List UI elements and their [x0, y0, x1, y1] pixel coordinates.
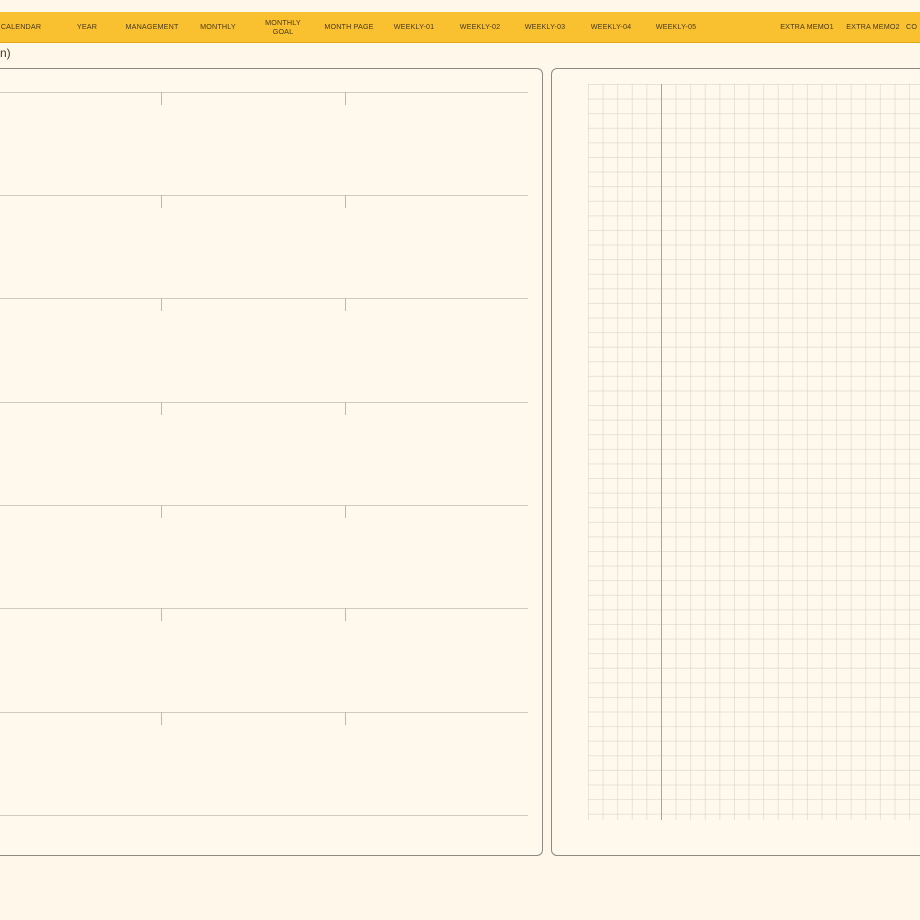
column-tick [161, 298, 162, 311]
column-tick [345, 505, 346, 518]
tab-co[interactable]: CO [906, 12, 920, 43]
tab-calendar[interactable]: CALENDAR [0, 12, 48, 43]
row-line [0, 712, 528, 713]
tab-weekly-05[interactable]: WEEKLY-05 [648, 12, 704, 43]
tab-monthly[interactable]: MONTHLY [190, 12, 246, 43]
tab-management[interactable]: MANAGEMENT [120, 12, 184, 43]
row-line [0, 402, 528, 403]
row-line [0, 298, 528, 299]
column-tick [345, 298, 346, 311]
tab-year[interactable]: YEAR [62, 12, 112, 43]
column-tick [161, 505, 162, 518]
column-tick [345, 712, 346, 725]
tab-weekly-02[interactable]: WEEKLY-02 [452, 12, 508, 43]
column-tick [345, 402, 346, 415]
tab-extra-memo1[interactable]: EXTRA MEMO1 [776, 12, 838, 43]
row-line [0, 608, 528, 609]
page-subheader: n) [0, 46, 11, 60]
grid-margin-line [661, 84, 663, 820]
row-line [0, 92, 528, 93]
tab-weekly-01[interactable]: WEEKLY-01 [386, 12, 442, 43]
tab-weekly-03[interactable]: WEEKLY-03 [517, 12, 573, 43]
column-tick [161, 712, 162, 725]
tab-monthly-goal[interactable]: MONTHLY GOAL [254, 12, 312, 43]
row-line [0, 505, 528, 506]
tab-bar: CALENDAR YEAR MANAGEMENT MONTHLY MONTHLY… [0, 12, 920, 43]
tab-weekly-04[interactable]: WEEKLY-04 [583, 12, 639, 43]
grid-notes-area[interactable] [588, 84, 920, 820]
left-notes-panel [0, 68, 543, 856]
column-tick [161, 402, 162, 415]
column-tick [345, 608, 346, 621]
tab-extra-memo2[interactable]: EXTRA MEMO2 [842, 12, 904, 43]
row-line [0, 195, 528, 196]
column-tick [161, 92, 162, 105]
planner-page: CALENDAR YEAR MANAGEMENT MONTHLY MONTHLY… [0, 0, 920, 920]
column-tick [161, 195, 162, 208]
row-line [0, 815, 528, 816]
tab-month-page[interactable]: MONTH PAGE [318, 12, 380, 43]
column-tick [345, 92, 346, 105]
column-tick [345, 195, 346, 208]
column-tick [161, 608, 162, 621]
